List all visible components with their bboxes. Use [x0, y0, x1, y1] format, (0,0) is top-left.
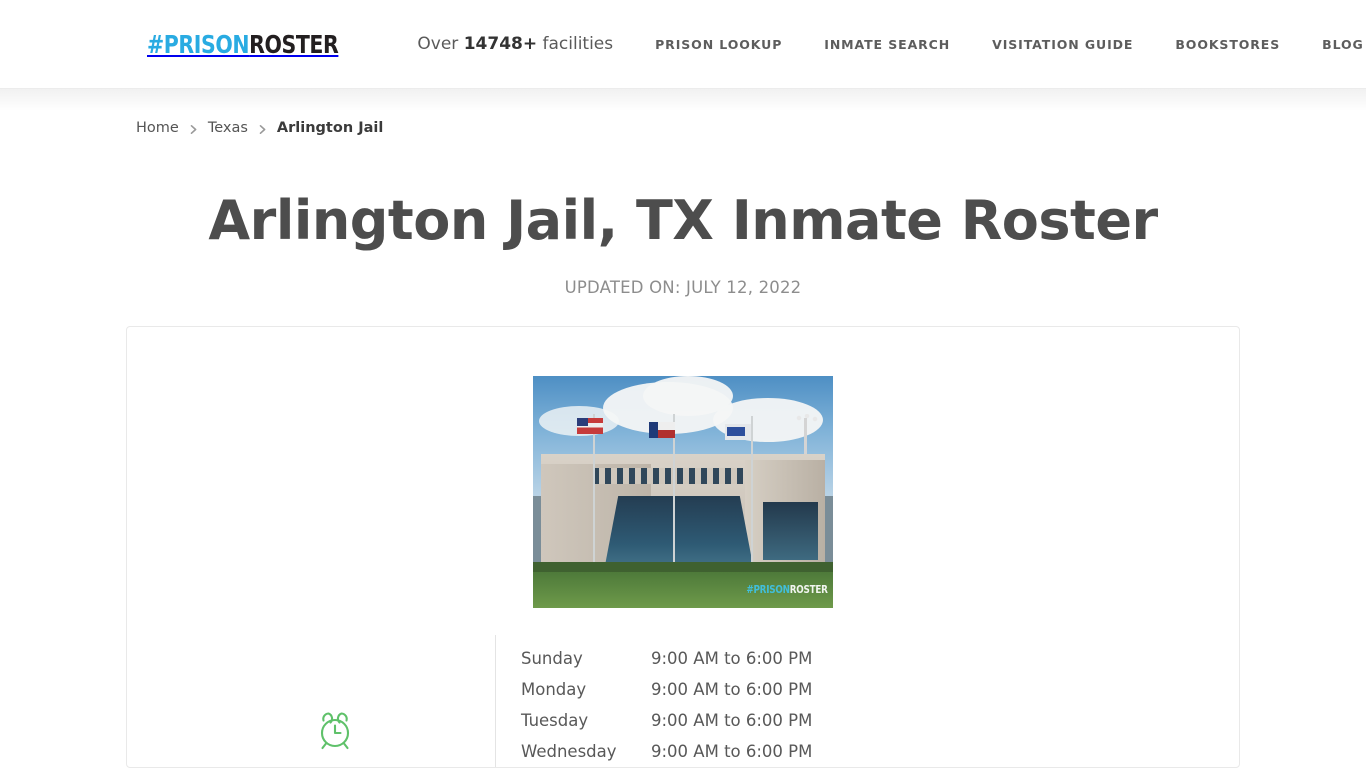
- main-navigation: PRISON LOOKUP INMATE SEARCH VISITATION G…: [655, 37, 1364, 52]
- hours-time-value: 9:00 AM to 6:00 PM: [651, 711, 813, 730]
- chevron-right-icon: [188, 124, 199, 135]
- site-logo[interactable]: #PRISONROSTER: [147, 29, 339, 59]
- nav-item-bookstores[interactable]: BOOKSTORES: [1175, 37, 1280, 52]
- photo-flagpole: [751, 416, 753, 581]
- nav-item-visitation-guide[interactable]: VISITATION GUIDE: [992, 37, 1133, 52]
- hours-icon-column: [175, 635, 495, 751]
- breadcrumb-item-home[interactable]: Home: [136, 120, 179, 136]
- logo-text-primary: #PRISON: [147, 29, 250, 59]
- hours-day-label: Wednesday: [521, 742, 617, 761]
- hours-row: Tuesday 9:00 AM to 6:00 PM: [521, 705, 1239, 736]
- hours-row: Wednesday 9:00 AM to 6:00 PM: [521, 736, 1239, 767]
- visiting-hours-table: Sunday 9:00 AM to 6:00 PM Monday 9:00 AM…: [495, 635, 1239, 767]
- alarm-clock-icon: [320, 712, 350, 750]
- photo-watermark: #PRISONROSTER: [746, 583, 829, 596]
- facility-count: Over 14748+ facilities: [417, 34, 613, 54]
- hours-day-label: Sunday: [521, 649, 583, 668]
- breadcrumb-item-current: Arlington Jail: [276, 120, 384, 136]
- hours-time-value: 9:00 AM to 6:00 PM: [651, 742, 813, 761]
- photo-flagpole: [593, 414, 595, 574]
- facility-photo: #PRISONROSTER: [533, 376, 833, 608]
- nav-item-blog[interactable]: BLOG: [1322, 37, 1364, 52]
- photo-flag-texas: [649, 422, 675, 438]
- hours-day-label: Monday: [521, 680, 587, 699]
- nav-item-inmate-search[interactable]: INMATE SEARCH: [824, 37, 950, 52]
- nav-item-prison-lookup[interactable]: PRISON LOOKUP: [655, 37, 782, 52]
- updated-on-text: UPDATED ON: JULY 12, 2022: [564, 278, 802, 297]
- photo-watermark-primary: #PRISON: [746, 583, 791, 596]
- photo-flag-us: [577, 418, 603, 434]
- chevron-right-icon: [257, 124, 268, 135]
- photo-flag-city: [725, 424, 751, 440]
- photo-glass-right: [763, 502, 818, 560]
- hours-time-value: 9:00 AM to 6:00 PM: [651, 680, 813, 699]
- breadcrumb: Home Texas Arlington Jail: [136, 120, 1366, 136]
- facility-info-card: #PRISONROSTER Sunday 9:00 AM to 6:00 PM …: [126, 326, 1240, 768]
- photo-watermark-secondary: ROSTER: [790, 583, 828, 596]
- logo-text-secondary: ROSTER: [249, 29, 339, 59]
- facility-count-suffix: facilities: [537, 34, 614, 54]
- visiting-hours-section: Sunday 9:00 AM to 6:00 PM Monday 9:00 AM…: [127, 635, 1239, 767]
- photo-window-band: [593, 468, 743, 484]
- hours-row: Monday 9:00 AM to 6:00 PM: [521, 674, 1239, 705]
- site-header: #PRISONROSTER Over 14748+ facilities PRI…: [0, 0, 1366, 111]
- facility-photo-wrap: #PRISONROSTER: [127, 376, 1239, 608]
- hours-day-label: Tuesday: [521, 711, 589, 730]
- breadcrumb-item-texas[interactable]: Texas: [208, 120, 248, 136]
- facility-count-prefix: Over: [417, 34, 464, 54]
- page-title: Arlington Jail, TX Inmate Roster: [208, 189, 1158, 252]
- hours-time-value: 9:00 AM to 6:00 PM: [651, 649, 813, 668]
- facility-count-value: 14748+: [463, 34, 538, 54]
- hours-row: Sunday 9:00 AM to 6:00 PM: [521, 643, 1239, 674]
